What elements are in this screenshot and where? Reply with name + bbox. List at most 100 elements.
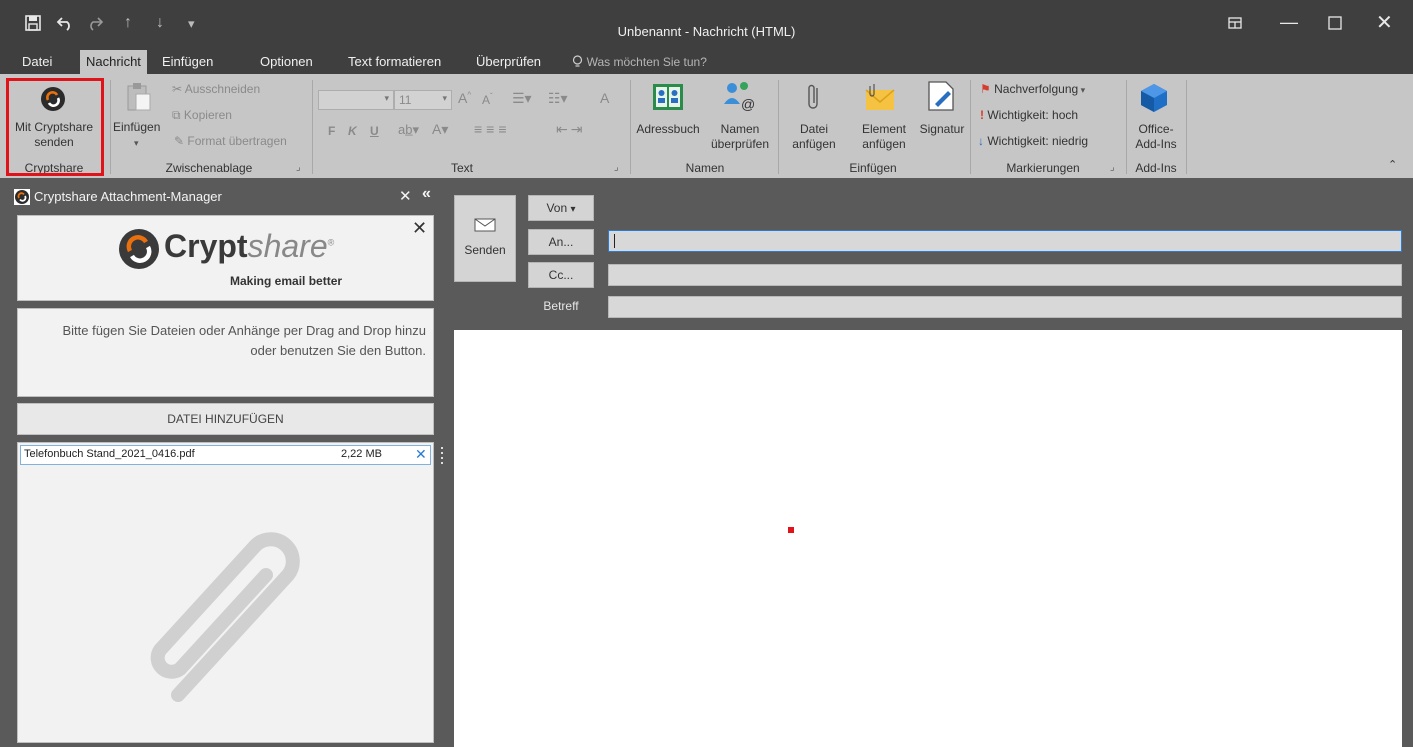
underline-button[interactable]: U <box>370 124 379 138</box>
logo-bold: Crypt <box>164 228 248 264</box>
group-namen: Adressbuch @ Namen überprüfen Namen <box>630 74 776 178</box>
exclamation-icon: ! <box>980 108 984 122</box>
subject-label: Betreff <box>543 299 579 313</box>
follow-up-button[interactable]: ⚑ Nachverfolgung ▾ <box>980 82 1085 96</box>
importance-low-label: Wichtigkeit: niedrig <box>987 134 1089 148</box>
font-size-dropdown[interactable]: 11 ▾ <box>394 90 452 110</box>
check-names-icon: @ <box>722 80 756 115</box>
maximize-icon[interactable] <box>1328 14 1342 35</box>
pane-logo-icon <box>14 189 30 210</box>
align-icons[interactable]: ≡≡≡ <box>474 121 511 137</box>
grow-font-icon[interactable]: A^ <box>458 90 471 106</box>
address-book-icon <box>652 82 684 115</box>
text-launcher-icon[interactable]: ⌟ <box>614 162 619 173</box>
importance-high-label: Wichtigkeit: hoch <box>987 108 1079 122</box>
importance-low-button[interactable]: ↓ Wichtigkeit: niedrig <box>978 134 1088 148</box>
pane-collapse-icon[interactable]: « <box>422 185 431 203</box>
group-einfuegen: Datei anfügen Element anfügen Signatur E… <box>778 74 968 178</box>
bold-button[interactable]: F <box>328 124 335 138</box>
cryptshare-logo-text: Cryptshare® <box>164 228 335 264</box>
cut-button[interactable]: ✂ Ausschneiden <box>172 82 260 96</box>
drop-zone[interactable]: Bitte fügen Sie Dateien oder Anhänge per… <box>17 308 434 397</box>
from-button[interactable]: Von ▾ <box>528 195 594 221</box>
lightbulb-icon <box>572 54 587 69</box>
signature-button[interactable]: Signatur <box>914 122 970 137</box>
remove-file-icon[interactable]: ✕ <box>415 446 427 463</box>
message-body[interactable] <box>454 330 1402 747</box>
red-marker <box>788 527 794 533</box>
office-addins-icon <box>1138 82 1170 117</box>
numbering-icon[interactable]: ☷▾ <box>548 90 568 107</box>
send-label: Senden <box>464 243 506 257</box>
group-label-markierungen: Markierungen <box>1006 161 1080 175</box>
clear-format-icon[interactable]: A <box>600 90 609 106</box>
attach-file-button[interactable]: Datei anfügen <box>778 122 850 152</box>
collapse-ribbon-icon[interactable]: ⌃ <box>1388 158 1397 171</box>
cc-button[interactable]: Cc... <box>528 262 594 288</box>
pane-close-icon[interactable]: ✕ <box>399 187 412 205</box>
cryptshare-logo-icon <box>118 228 160 275</box>
highlight-icon[interactable]: ab̲▾ <box>398 122 419 138</box>
shrink-font-icon[interactable]: Aˇ <box>482 92 493 107</box>
restore-ribbon-icon[interactable] <box>1228 14 1242 35</box>
font-size-value: 11 <box>399 93 412 107</box>
tab-datei[interactable]: Datei <box>16 50 58 74</box>
group-text: ▾ 11 ▾ A^ Aˇ ☰▾ ☷▾ A F K U ab̲▾ A▾ ≡≡≡ ⇤… <box>312 74 630 178</box>
ribbon: Mit Cryptshare senden Cryptshare Einfüge… <box>0 74 1413 178</box>
close-icon[interactable]: ✕ <box>1376 10 1393 35</box>
tell-me-box[interactable]: Was möchten Sie tun? <box>566 50 713 74</box>
to-button[interactable]: An... <box>528 229 594 255</box>
svg-text:@: @ <box>741 96 755 112</box>
size-dropdown-icon: ▾ <box>442 93 447 103</box>
paste-icon <box>126 82 152 115</box>
tab-nachricht[interactable]: Nachricht <box>80 50 147 74</box>
paste-button[interactable]: Einfügen <box>113 120 160 134</box>
drop-instructions: Bitte fügen Sie Dateien oder Anhänge per… <box>62 323 426 358</box>
format-painter-button[interactable]: ✎ Format übertragen <box>174 134 287 148</box>
clipboard-launcher-icon[interactable]: ⌟ <box>296 162 301 173</box>
copy-icon: ⧉ <box>172 108 181 122</box>
paste-dropdown-icon[interactable]: ▾ <box>134 138 139 149</box>
font-color-icon[interactable]: A▾ <box>432 121 448 138</box>
to-field[interactable] <box>608 230 1402 252</box>
brush-icon: ✎ <box>174 134 185 148</box>
add-file-button[interactable]: DATEI HINZUFÜGEN <box>17 403 434 435</box>
minimize-icon[interactable]: — <box>1280 12 1298 33</box>
office-addins-button[interactable]: Office-Add-Ins <box>1126 122 1186 152</box>
tab-ueberpruefen[interactable]: Überprüfen <box>470 50 547 74</box>
title-bar: ↑ ↓ ▾ Unbenannt - Nachricht (HTML) — ✕ <box>0 0 1413 50</box>
cc-field[interactable] <box>608 264 1402 286</box>
importance-high-button[interactable]: ! Wichtigkeit: hoch <box>980 108 1078 122</box>
tab-einfuegen[interactable]: Einfügen <box>156 50 219 74</box>
font-name-dropdown[interactable]: ▾ <box>318 90 394 110</box>
follow-up-label: Nachverfolgung <box>994 82 1079 96</box>
subject-field[interactable] <box>608 296 1402 318</box>
italic-button[interactable]: K <box>348 124 357 138</box>
check-names-button[interactable]: Namen überprüfen <box>704 122 776 152</box>
send-button[interactable]: Senden <box>454 195 516 282</box>
address-book-button[interactable]: Adressbuch <box>632 122 704 137</box>
logo-box: Cryptshare® Making email better ✕ <box>17 215 434 301</box>
tags-launcher-icon[interactable]: ⌟ <box>1110 162 1115 173</box>
copy-button[interactable]: ⧉ Kopieren <box>172 108 232 123</box>
pane-splitter-handle[interactable] <box>441 444 444 478</box>
from-dropdown-icon: ▾ <box>570 204 576 215</box>
file-row[interactable]: Telefonbuch Stand_2021_0416.pdf 2,22 MB … <box>20 445 431 465</box>
tab-text-formatieren[interactable]: Text formatieren <box>342 50 447 74</box>
tab-optionen[interactable]: Optionen <box>254 50 319 74</box>
arrow-down-icon: ↓ <box>978 134 984 148</box>
logo-box-close-icon[interactable]: ✕ <box>412 218 427 239</box>
copy-label: Kopieren <box>183 108 232 122</box>
window-title: Unbenannt - Nachricht (HTML) <box>617 24 796 39</box>
group-label-einfuegen: Einfügen <box>849 161 897 175</box>
cut-label: Ausschneiden <box>184 82 261 96</box>
text-cursor <box>614 234 615 248</box>
group-label-text: Text <box>450 161 473 175</box>
group-addins: Office-Add-Ins Add-Ins <box>1126 74 1186 178</box>
indent-icons[interactable]: ⇤⇥ <box>556 121 585 138</box>
compose-area: Senden Von ▾ An... Cc... Betreff <box>446 183 1413 747</box>
bullets-icon[interactable]: ☰▾ <box>512 90 532 107</box>
attach-item-button[interactable]: Element anfügen <box>850 122 918 152</box>
attach-item-icon <box>864 82 896 115</box>
scissors-icon: ✂ <box>172 82 183 96</box>
